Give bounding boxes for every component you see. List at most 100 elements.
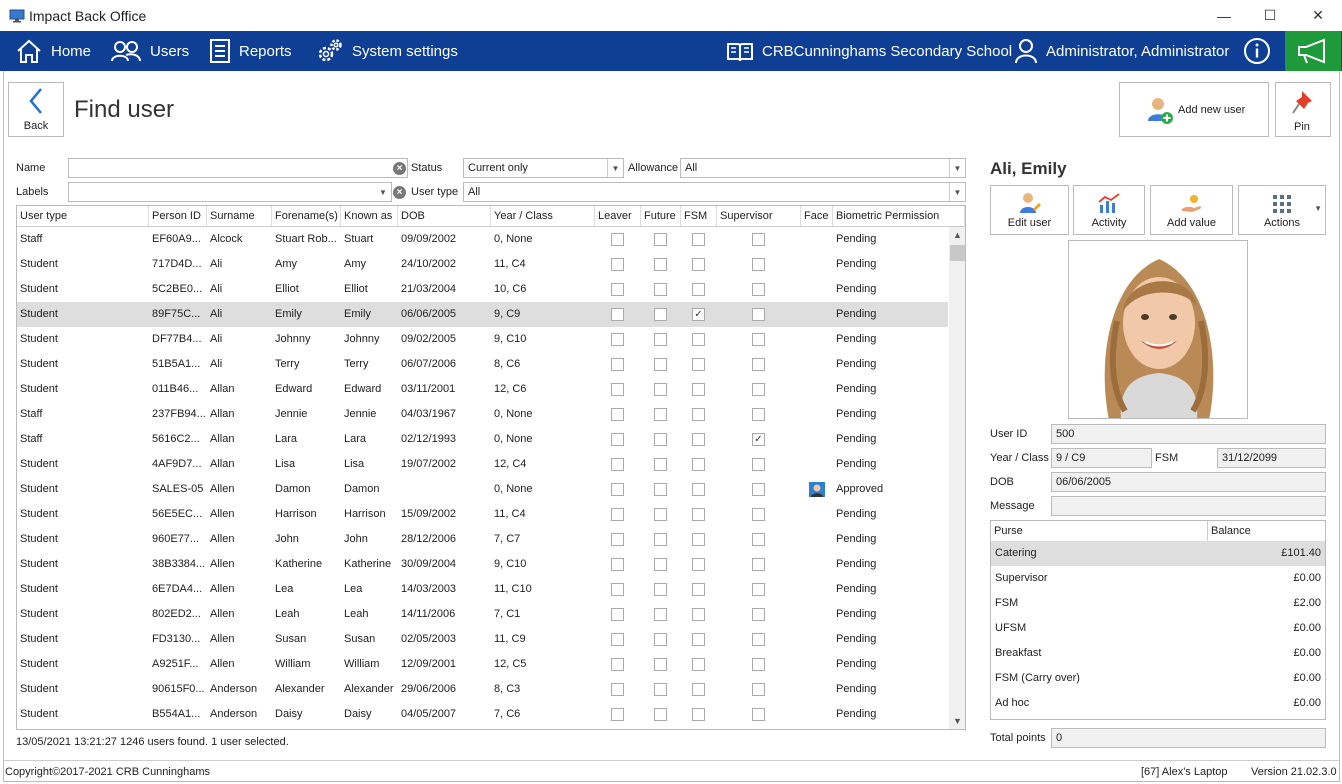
scrollbar-thumb[interactable] [950, 245, 965, 261]
leaver-checkbox[interactable] [611, 233, 624, 246]
future-checkbox[interactable] [654, 433, 667, 446]
fsm-checkbox[interactable] [692, 483, 705, 496]
activity-button[interactable]: Activity [1073, 185, 1145, 235]
table-row[interactable]: Student 717D4D... Ali Amy Amy 24/10/2002 11, C… [17, 252, 948, 277]
leaver-checkbox[interactable] [611, 708, 624, 721]
fsm-checkbox[interactable] [692, 683, 705, 696]
purse-row[interactable]: UFSM £0.00 [991, 616, 1325, 641]
purse-row[interactable]: Catering £101.40 [991, 541, 1325, 566]
clear-name-icon[interactable]: × [393, 162, 406, 175]
supervisor-checkbox[interactable] [752, 258, 765, 271]
future-checkbox[interactable] [654, 258, 667, 271]
future-checkbox[interactable] [654, 333, 667, 346]
close-button[interactable]: ✕ [1295, 0, 1341, 31]
leaver-checkbox[interactable] [611, 558, 624, 571]
future-checkbox[interactable] [654, 583, 667, 596]
supervisor-checkbox[interactable] [752, 333, 765, 346]
clear-labels-icon[interactable]: × [393, 186, 406, 199]
fsm-checkbox[interactable] [692, 558, 705, 571]
fsm-checkbox[interactable] [692, 458, 705, 471]
back-button[interactable]: Back [8, 82, 64, 137]
nav-system-settings[interactable]: System settings [316, 31, 458, 71]
table-row[interactable]: Student 011B46... Allan Edward Edward 03/11/2… [17, 377, 948, 402]
leaver-checkbox[interactable] [611, 633, 624, 646]
supervisor-checkbox[interactable] [752, 683, 765, 696]
supervisor-checkbox[interactable] [752, 583, 765, 596]
future-checkbox[interactable] [654, 408, 667, 421]
supervisor-checkbox[interactable] [752, 708, 765, 721]
status-filter-dropdown[interactable]: Current only ▼ [463, 158, 624, 178]
supervisor-checkbox[interactable] [752, 633, 765, 646]
leaver-checkbox[interactable] [611, 533, 624, 546]
supervisor-checkbox[interactable] [752, 308, 765, 321]
table-row[interactable]: Student A9251F... Allen William William 12/09… [17, 652, 948, 677]
fsm-checkbox[interactable] [692, 258, 705, 271]
table-row[interactable]: Student B554A1... Anderson Daisy Daisy 04/05/… [17, 702, 948, 727]
leaver-checkbox[interactable] [611, 508, 624, 521]
table-row[interactable]: Student 802ED2... Allen Leah Leah 14/11/2006 7… [17, 602, 948, 627]
fsm-checkbox[interactable] [692, 283, 705, 296]
purse-row[interactable]: Supervisor £0.00 [991, 566, 1325, 591]
nav-home[interactable]: Home [15, 31, 91, 71]
announcements-button[interactable] [1285, 31, 1341, 71]
col-face-header[interactable]: Face [801, 206, 833, 226]
table-row[interactable]: Student 38B3384... Allen Katherine Katherine… [17, 552, 948, 577]
leaver-checkbox[interactable] [611, 433, 624, 446]
future-checkbox[interactable] [654, 658, 667, 671]
col-person-id-header[interactable]: Person ID [149, 206, 207, 226]
name-filter-input[interactable] [68, 158, 408, 178]
supervisor-checkbox[interactable] [752, 358, 765, 371]
allowance-filter-dropdown[interactable]: All ▼ [680, 158, 966, 178]
add-value-button[interactable]: Add value [1150, 185, 1233, 235]
col-dob-header[interactable]: DOB [398, 206, 491, 226]
col-user-type-header[interactable]: User type [17, 206, 149, 226]
table-row[interactable]: Student 4AF9D7... Allan Lisa Lisa 19/07/2002 1… [17, 452, 948, 477]
fsm-checkbox[interactable] [692, 533, 705, 546]
col-forename-header[interactable]: Forename(s) [272, 206, 341, 226]
current-user-indicator[interactable]: Administrator, Administrator [1014, 31, 1229, 71]
purse-row[interactable]: Breakfast £0.00 [991, 641, 1325, 666]
table-row[interactable]: Student 960E77... Allen John John 28/12/2006 7… [17, 527, 948, 552]
supervisor-checkbox[interactable] [752, 658, 765, 671]
future-checkbox[interactable] [654, 308, 667, 321]
supervisor-checkbox[interactable]: ✓ [752, 433, 765, 446]
col-known-as-header[interactable]: Known as [341, 206, 398, 226]
col-biometric-permission-header[interactable]: Biometric Permission [833, 206, 965, 226]
table-scrollbar[interactable]: ▲ ▼ [949, 227, 965, 729]
purse-row[interactable]: FSM (Carry over) £0.00 [991, 666, 1325, 691]
leaver-checkbox[interactable] [611, 658, 624, 671]
purse-row[interactable]: FSM £2.00 [991, 591, 1325, 616]
leaver-checkbox[interactable] [611, 383, 624, 396]
col-supervisor-header[interactable]: Supervisor [717, 206, 801, 226]
table-row[interactable]: Student 89F75C... Ali Emily Emily 06/06/2005 9… [17, 302, 948, 327]
table-row[interactable]: Student 90615F0... Anderson Alexander Alexan… [17, 677, 948, 702]
future-checkbox[interactable] [654, 383, 667, 396]
scroll-up-icon[interactable]: ▲ [949, 227, 965, 244]
future-checkbox[interactable] [654, 483, 667, 496]
leaver-checkbox[interactable] [611, 283, 624, 296]
supervisor-checkbox[interactable] [752, 558, 765, 571]
fsm-checkbox[interactable] [692, 508, 705, 521]
leaver-checkbox[interactable] [611, 358, 624, 371]
labels-filter-dropdown[interactable]: ▼ [68, 182, 392, 202]
future-checkbox[interactable] [654, 533, 667, 546]
table-row[interactable]: Student FD3130... Allen Susan Susan 02/05/200… [17, 627, 948, 652]
supervisor-checkbox[interactable] [752, 408, 765, 421]
supervisor-checkbox[interactable] [752, 483, 765, 496]
nav-users[interactable]: Users [110, 31, 189, 71]
fsm-checkbox[interactable] [692, 658, 705, 671]
usertype-filter-dropdown[interactable]: All ▼ [463, 182, 966, 202]
leaver-checkbox[interactable] [611, 683, 624, 696]
fsm-checkbox[interactable] [692, 233, 705, 246]
fsm-checkbox[interactable] [692, 583, 705, 596]
info-button[interactable] [1243, 31, 1279, 71]
leaver-checkbox[interactable] [611, 608, 624, 621]
supervisor-checkbox[interactable] [752, 608, 765, 621]
table-row[interactable]: Student DF77B4... Ali Johnny Johnny 09/02/200… [17, 327, 948, 352]
minimize-button[interactable]: — [1201, 0, 1247, 31]
leaver-checkbox[interactable] [611, 408, 624, 421]
fsm-checkbox[interactable] [692, 408, 705, 421]
scroll-down-icon[interactable]: ▼ [949, 713, 965, 729]
fsm-checkbox[interactable] [692, 383, 705, 396]
pin-button[interactable]: Pin [1275, 82, 1331, 137]
